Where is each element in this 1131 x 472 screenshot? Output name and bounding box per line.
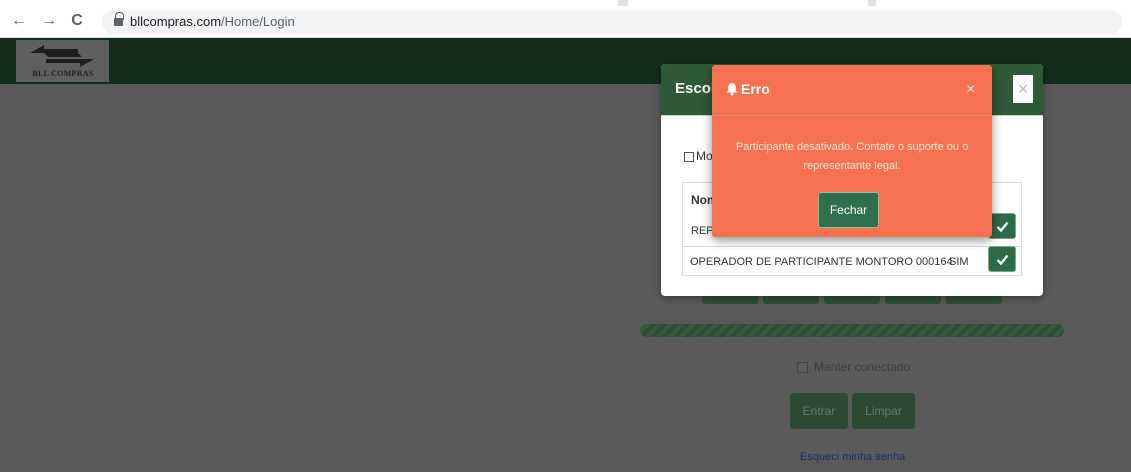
select-row-button[interactable] [988,213,1016,239]
bell-icon [726,83,738,96]
forward-icon[interactable]: → [38,10,60,32]
lock-icon[interactable] [114,12,124,27]
checkmark-icon [996,254,1009,265]
modal-checkbox[interactable] [684,152,694,162]
url-text: bllcompras.com/Home/Login [130,14,295,29]
site-logo[interactable]: BLL COMPRAS [16,40,109,82]
progress-strip [640,324,1064,337]
logo-arrows-icon [30,45,94,67]
modal-checkbox-label: Mo [696,149,713,163]
close-icon[interactable]: × [1013,75,1033,103]
checkmark-icon [996,221,1009,232]
enter-button[interactable]: Entrar [790,393,848,429]
close-icon[interactable]: × [966,81,975,99]
browser-toolbar: ← → C bllcompras.com/Home/Login [0,6,1131,38]
logo-text: BLL COMPRAS [32,69,94,78]
modal-title: Escol [675,80,716,97]
error-modal: Erro × Participante desativado. Contate … [712,65,992,237]
table-row[interactable]: OPERADOR DE PARTICIPANTE MONTORO 000164 … [683,246,1021,276]
keep-connected-label: Manter conectado [814,360,911,374]
url-host: bllcompras.com [130,14,222,29]
reload-icon[interactable]: C [66,10,88,32]
keep-connected-checkbox[interactable] [797,362,808,373]
clear-button[interactable]: Limpar [852,393,915,429]
error-modal-header: Erro × [712,65,992,116]
table-row-name: OPERADOR DE PARTICIPANTE MONTORO 000164 [690,256,953,268]
address-bar[interactable]: bllcompras.com/Home/Login [102,10,1122,34]
close-button[interactable]: Fechar [818,192,879,228]
back-icon[interactable]: ← [8,10,30,32]
select-row-button[interactable] [988,246,1016,272]
forgot-password-link[interactable]: Esqueci minha senha [800,451,905,463]
error-message: Participante desativado. Contate o supor… [735,141,969,172]
page-overlay: BLL COMPRAS Manter conectado Entrar Limp… [0,38,1131,472]
table-row-value: SIM [949,256,969,268]
url-path: /Home/Login [221,14,295,29]
error-title: Erro [741,81,770,97]
